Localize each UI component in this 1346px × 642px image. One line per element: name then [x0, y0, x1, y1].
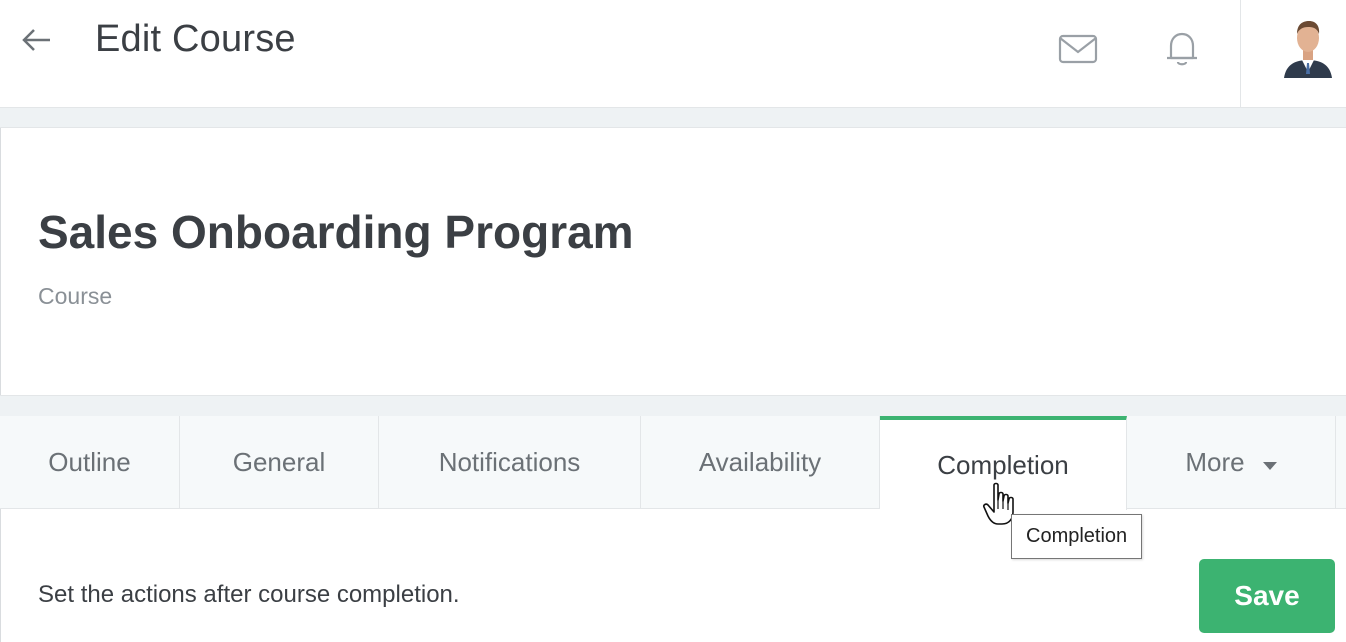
- tab-label: Completion: [937, 449, 1069, 480]
- top-bar: Edit Course: [0, 0, 1346, 108]
- tab-bar: Outline General Notifications Availabili…: [0, 416, 1346, 510]
- tab-label: More: [1185, 447, 1245, 477]
- caret-down-icon: [1262, 461, 1277, 470]
- tabs-band: [0, 395, 1346, 417]
- tab-availability[interactable]: Availability: [641, 416, 880, 509]
- tab-label: Notifications: [438, 447, 581, 477]
- tab-more[interactable]: More: [1127, 416, 1336, 509]
- tab-label: General: [232, 447, 326, 477]
- save-button[interactable]: Save: [1199, 559, 1335, 633]
- completion-description: Set the actions after course completion.: [38, 581, 460, 608]
- tab-notifications[interactable]: Notifications: [379, 416, 641, 509]
- tab-general[interactable]: General: [180, 416, 379, 509]
- header-band: [0, 108, 1346, 128]
- tooltip: Completion: [1011, 514, 1143, 559]
- topbar-divider: [1240, 0, 1241, 108]
- course-title: Sales Onboarding Program: [38, 206, 634, 258]
- arrow-left-icon[interactable]: [18, 22, 54, 58]
- course-type: Course: [38, 283, 113, 309]
- tab-label: Outline: [48, 447, 131, 477]
- tab-outline[interactable]: Outline: [0, 416, 180, 509]
- page-title: Edit Course: [95, 18, 296, 60]
- tab-label: Availability: [698, 447, 822, 477]
- user-avatar[interactable]: [1280, 16, 1336, 78]
- mail-icon[interactable]: [1056, 26, 1100, 70]
- bell-icon[interactable]: [1160, 26, 1204, 70]
